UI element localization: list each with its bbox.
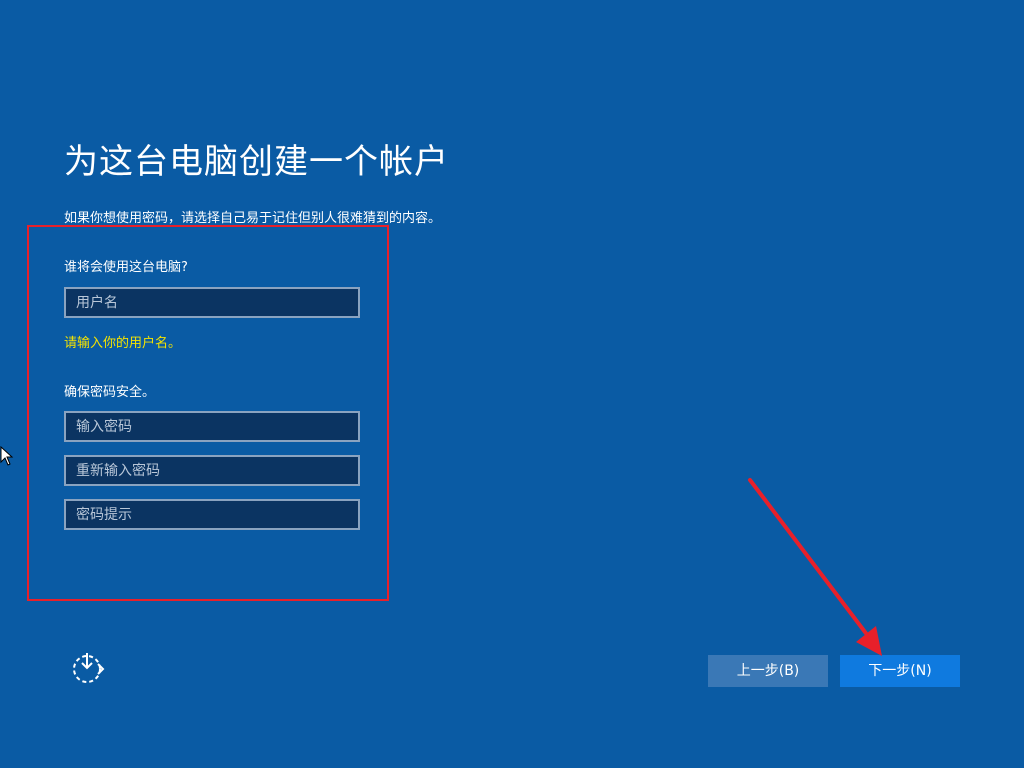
next-button[interactable]: 下一步(N) [840, 655, 960, 687]
back-button[interactable]: 上一步(B) [708, 655, 828, 687]
oobe-create-account-screen: 为这台电脑创建一个帐户 如果你想使用密码，请选择自己易于记住但别人很难猜到的内容… [0, 0, 1024, 768]
password-label: 确保密码安全。 [64, 385, 156, 400]
username-error-message: 请输入你的用户名。 [64, 336, 182, 351]
password-input[interactable] [64, 411, 360, 442]
page-subtitle: 如果你想使用密码，请选择自己易于记住但别人很难猜到的内容。 [64, 211, 442, 226]
ease-of-access-icon[interactable] [70, 650, 106, 686]
username-input[interactable] [64, 287, 360, 318]
password-hint-input[interactable] [64, 499, 360, 530]
reenter-password-input[interactable] [64, 455, 360, 486]
page-title: 为这台电脑创建一个帐户 [64, 142, 449, 182]
who-label: 谁将会使用这台电脑? [64, 260, 188, 275]
mouse-cursor-icon [0, 446, 14, 466]
